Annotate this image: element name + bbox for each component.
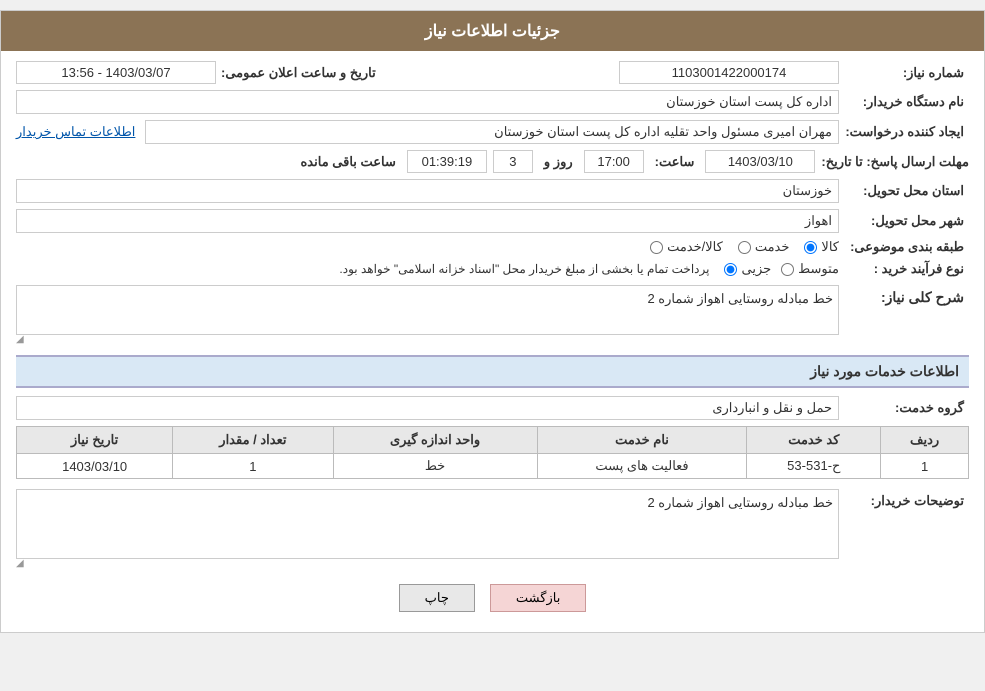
deadline-remaining: 01:39:19: [407, 150, 487, 173]
purchase-option-partial[interactable]: متوسط: [781, 261, 839, 277]
services-table: ردیف کد خدمت نام خدمت واحد اندازه گیری ت…: [16, 426, 969, 479]
category-option-goods-service[interactable]: خدمت: [738, 239, 790, 255]
services-section-title: اطلاعات خدمات مورد نیاز: [16, 355, 969, 388]
purchase-partial-radio[interactable]: [781, 263, 794, 276]
page-title: جزئیات اطلاعات نیاز: [1, 11, 984, 51]
table-cell-date: 1403/03/10: [17, 454, 173, 479]
purchase-label: نوع فرآیند خرید :: [839, 261, 969, 277]
category-goods-radio[interactable]: [738, 241, 751, 254]
deadline-label: مهلت ارسال پاسخ: تا تاریخ:: [821, 154, 969, 170]
province-label: استان محل تحویل:: [839, 183, 969, 199]
service-group-value: حمل و نقل و انبارداری: [16, 396, 839, 420]
date-announce-label: تاریخ و ساعت اعلان عمومی:: [221, 65, 376, 81]
resize-handle: ◢: [16, 335, 24, 345]
buyer-desc-value: خط مبادله روستایی اهواز شماره 2: [16, 489, 839, 559]
table-cell-name: فعالیت های پست: [537, 454, 747, 479]
city-value: اهواز: [16, 209, 839, 233]
deadline-time: 17:00: [584, 150, 644, 173]
back-button[interactable]: بازگشت: [490, 584, 586, 612]
deadline-date: 1403/03/10: [705, 150, 815, 173]
city-label: شهر محل تحویل:: [839, 213, 969, 229]
table-header-row: ردیف: [881, 427, 969, 454]
print-button[interactable]: چاپ: [399, 584, 475, 612]
org-name-value: اداره کل پست استان خوزستان: [16, 90, 839, 114]
table-cell-unit: خط: [333, 454, 537, 479]
need-number-value: 1103001422000174: [619, 61, 839, 84]
table-cell-code: ح-531-53: [747, 454, 881, 479]
buyer-desc-label: توضیحات خریدار:: [839, 489, 969, 509]
category-goods-label: کالا: [821, 239, 839, 255]
purchase-medium-label: جزیی: [741, 261, 771, 277]
province-value: خوزستان: [16, 179, 839, 203]
need-desc-label: شرح کلی نیاز:: [839, 285, 969, 306]
purchase-partial-label: متوسط: [798, 261, 839, 277]
deadline-days: 3: [493, 150, 533, 173]
date-announce-value: 1403/03/07 - 13:56: [16, 61, 216, 84]
table-header-code: کد خدمت: [747, 427, 881, 454]
category-options: کالا/خدمت خدمت کالا: [650, 239, 839, 255]
category-option-goods[interactable]: کالا: [804, 239, 839, 255]
category-option-service[interactable]: کالا/خدمت: [650, 239, 723, 255]
category-goods-service-label: خدمت: [755, 239, 790, 255]
creator-label: ایجاد کننده درخواست:: [839, 124, 969, 140]
table-row: 1 ح-531-53 فعالیت های پست خط 1 1403/03/1…: [17, 454, 969, 479]
deadline-days-label: روز و: [544, 154, 573, 170]
purchase-note: پرداخت تمام یا بخشی از مبلغ خریدار محل "…: [339, 262, 709, 276]
button-row: بازگشت چاپ: [16, 584, 969, 612]
creator-value: مهران امیری مسئول واحد تقلیه اداره کل پس…: [145, 120, 839, 144]
contact-link[interactable]: اطلاعات تماس خریدار: [16, 124, 135, 140]
category-goods-only-radio[interactable]: [804, 241, 817, 254]
table-cell-row: 1: [881, 454, 969, 479]
table-header-date: تاریخ نیاز: [17, 427, 173, 454]
deadline-time-label: ساعت:: [655, 154, 695, 170]
purchase-medium-radio[interactable]: [724, 263, 737, 276]
deadline-remaining-label: ساعت باقی مانده: [301, 154, 396, 170]
purchase-option-medium[interactable]: جزیی: [724, 261, 771, 277]
need-number-label: شماره نیاز:: [839, 65, 969, 81]
need-desc-value: خط مبادله روستایی اهواز شماره 2: [16, 285, 839, 335]
category-service-label: کالا/خدمت: [667, 239, 723, 255]
table-header-name: نام خدمت: [537, 427, 747, 454]
buyer-resize-handle: ◢: [16, 559, 24, 569]
table-header-unit: واحد اندازه گیری: [333, 427, 537, 454]
table-cell-qty: 1: [173, 454, 333, 479]
service-group-label: گروه خدمت:: [839, 400, 969, 416]
category-label: طبقه بندی موضوعی:: [839, 239, 969, 255]
category-service-radio[interactable]: [650, 241, 663, 254]
table-header-qty: تعداد / مقدار: [173, 427, 333, 454]
org-name-label: نام دستگاه خریدار:: [839, 94, 969, 110]
